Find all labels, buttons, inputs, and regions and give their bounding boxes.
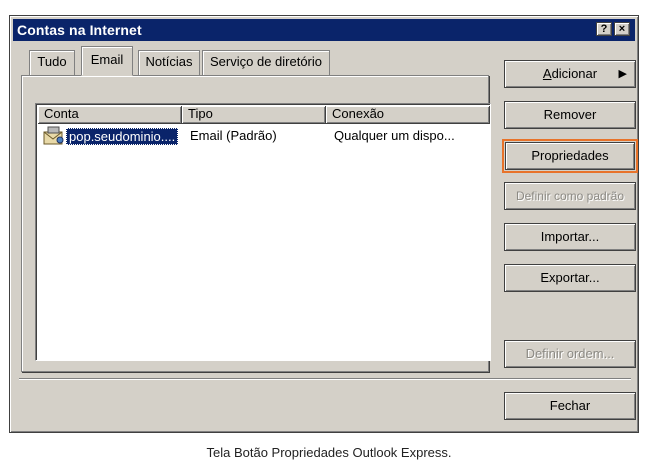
title-bar[interactable]: Contas na Internet ? × [13,19,635,41]
table-row[interactable]: pop.seudominio.... Email (Padrão) Qualqu… [38,126,488,146]
fechar-button[interactable]: Fechar [504,392,636,420]
importar-button[interactable]: Importar... [504,223,636,251]
adicionar-button[interactable]: Adicionar ▶ [504,60,636,88]
tab-servico-diretorio[interactable]: Serviço de diretório [202,50,330,75]
exportar-button[interactable]: Exportar... [504,264,636,292]
tab-tudo[interactable]: Tudo [29,50,75,75]
column-header-conexao[interactable]: Conexão [326,106,490,124]
figure-caption: Tela Botão Propriedades Outlook Express. [206,445,452,460]
close-button[interactable]: × [614,22,630,36]
tab-noticias[interactable]: Notícias [138,50,200,75]
mail-account-icon [42,126,66,149]
propriedades-button[interactable]: Propriedades [502,139,638,173]
tab-email[interactable]: Email [81,46,133,76]
definir-padrao-button[interactable]: Definir como padrão [504,182,636,210]
column-header-conta[interactable]: Conta [38,106,182,124]
column-header-tipo[interactable]: Tipo [182,106,326,124]
adicionar-label: dicionar [551,66,598,81]
help-button[interactable]: ? [596,22,612,36]
accounts-list[interactable]: Conta Tipo Conexão pop.seudominio.... Em… [35,103,491,361]
account-name: pop.seudominio.... [66,128,179,145]
arrow-right-icon: ▶ [618,68,627,80]
remover-button[interactable]: Remover [504,101,636,129]
window-title: Contas na Internet [17,22,142,38]
adicionar-accel: A [542,66,552,81]
definir-ordem-button[interactable]: Definir ordem... [504,340,636,368]
divider [19,378,631,380]
account-connection: Qualquer um dispo... [334,128,455,143]
account-type: Email (Padrão) [190,128,277,143]
